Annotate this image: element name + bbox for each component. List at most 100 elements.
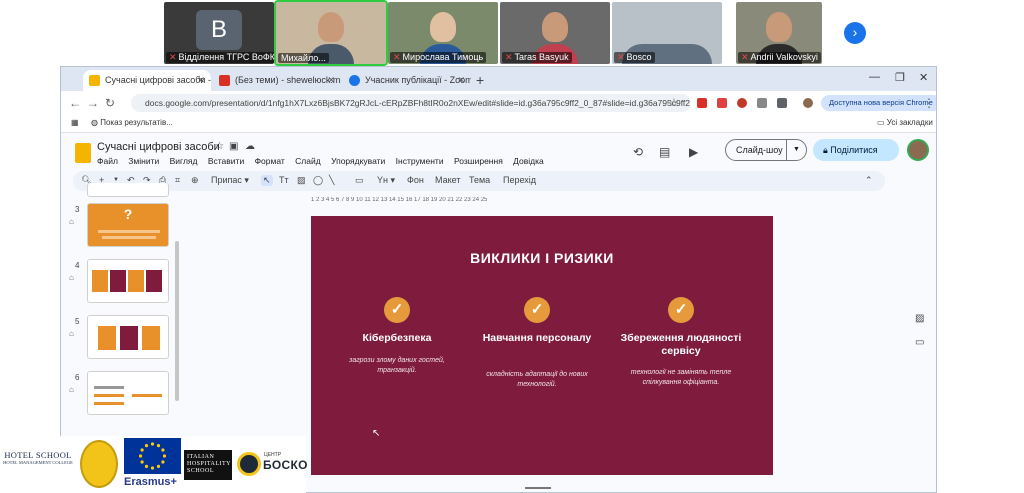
slide-number: 3 <box>75 205 80 214</box>
thumb-block <box>92 270 108 292</box>
slide-number: 6 <box>75 373 80 382</box>
extensions-puzzle-icon[interactable] <box>777 98 787 108</box>
chevron-up-icon[interactable]: ⌃ <box>865 175 873 186</box>
slide-thumbnail-4[interactable] <box>87 259 169 303</box>
close-tab-icon[interactable]: ✕ <box>197 70 205 91</box>
browser-menu-icon[interactable]: ⋮ <box>923 96 935 110</box>
participant-tile[interactable]: ✕ Мирослава Тимоць <box>388 2 498 64</box>
close-tab-icon[interactable]: ✕ <box>327 70 335 91</box>
attachment-icon: ⌂ <box>69 217 74 226</box>
comments-icon[interactable]: ▤ <box>659 145 670 159</box>
participant-tile[interactable]: B ✕ Відділення ТГРС ВоФК... <box>164 2 274 64</box>
paint-format-icon[interactable]: ⌗ <box>175 175 180 186</box>
share-button[interactable]: 🔒︎ Поділитися <box>813 139 899 161</box>
profile-avatar[interactable] <box>803 98 813 108</box>
move-folder-icon[interactable]: ▣ <box>229 141 238 152</box>
all-bookmarks-button[interactable]: ▭ Усі закладки <box>877 118 933 127</box>
menu-arrange[interactable]: Упорядкувати <box>331 156 385 166</box>
reload-icon[interactable]: ↻ <box>105 96 115 110</box>
participant-name: ✕ Bosco <box>614 52 655 63</box>
close-window-icon[interactable]: ✕ <box>919 71 928 84</box>
participant-tile[interactable]: ✕ Taras Basyuk <box>500 2 610 64</box>
menu-insert[interactable]: Вставити <box>208 156 244 166</box>
tab-gmail[interactable]: (Без теми) - shewelюck.mih@g ✕ <box>213 70 341 91</box>
bookmark-star-icon[interactable]: ☆ <box>669 96 679 109</box>
slideshow-button[interactable]: Слайд-шоу ▼ <box>725 139 807 161</box>
attachment-icon: ⌂ <box>69 273 74 282</box>
transition-button[interactable]: Перехід <box>503 175 536 185</box>
slides-logo-icon[interactable] <box>75 143 91 163</box>
participant-tile-active-speaker[interactable]: Михайло... <box>274 0 388 66</box>
cloud-saved-icon[interactable]: ☁ <box>245 141 255 152</box>
snap-dropdown[interactable]: Припас ▾ <box>211 175 249 186</box>
menu-slide[interactable]: Слайд <box>295 156 321 166</box>
layout-button[interactable]: Макет <box>435 175 460 185</box>
close-tab-icon[interactable]: ✕ <box>457 70 465 91</box>
tab-bar: Сучасні цифрові засоби - Goo ✕ (Без теми… <box>61 67 936 91</box>
menu-format[interactable]: Формат <box>255 156 285 166</box>
menu-file[interactable]: Файл <box>97 156 118 166</box>
slide-number: 4 <box>75 261 80 270</box>
slide-title[interactable]: ВИКЛИКИ І РИЗИКИ <box>311 250 773 266</box>
theme-button[interactable]: Тема <box>469 175 490 185</box>
restore-icon[interactable]: ❐ <box>895 71 905 84</box>
thumb-block <box>120 326 138 350</box>
slide-thumbnail-6[interactable] <box>87 371 169 415</box>
menu-extensions[interactable]: Розширення <box>454 156 503 166</box>
menu-tools[interactable]: Інструменти <box>396 156 444 166</box>
star-icon[interactable]: ☆ <box>215 141 224 152</box>
tab-zoom[interactable]: Учасник публікації - Zoom ✕ <box>343 70 471 91</box>
pdf-extension-icon[interactable] <box>697 98 707 108</box>
column-text[interactable]: загрози злому даних гостей, транзакцій. <box>332 356 462 376</box>
participant-video <box>430 12 456 42</box>
menu-view[interactable]: Вигляд <box>170 156 198 166</box>
bosko-emblem-icon <box>237 452 261 476</box>
zoom-icon[interactable]: ⊕ <box>191 175 199 186</box>
menu-edit[interactable]: Змінити <box>128 156 159 166</box>
slide-thumbnail-5[interactable] <box>87 315 169 359</box>
extension-icon[interactable] <box>757 98 767 108</box>
image-panel-icon[interactable]: ▨ <box>915 313 924 324</box>
new-tab-button[interactable]: + <box>476 70 484 91</box>
chrome-update-button[interactable]: Доступна нова версія Chrome <box>821 95 936 111</box>
comment-icon[interactable]: ▭ <box>355 175 364 186</box>
slide-thumbnail-2[interactable] <box>87 183 169 197</box>
apps-grid-icon[interactable]: ▦ <box>71 118 79 127</box>
back-icon[interactable]: ← <box>69 96 81 110</box>
line-icon[interactable]: ╲ <box>329 175 334 186</box>
filmstrip-scrollbar[interactable] <box>175 241 179 401</box>
chevron-down-icon[interactable]: ▼ <box>786 140 806 160</box>
column-heading[interactable]: Збереження людяності сервісу <box>616 332 746 358</box>
minimize-icon[interactable]: — <box>869 71 880 83</box>
tab-slides[interactable]: Сучасні цифрові засоби - Goo ✕ <box>83 70 211 91</box>
extension-icon[interactable] <box>717 98 727 108</box>
image-icon[interactable]: ▨ <box>297 175 306 186</box>
toolbar: 🔍︎ + ▼ ↶ ↷ ⎙ ⌗ ⊕ Припас ▾ ↖ Tт ▨ ◯ ╲ ▭ Y… <box>73 171 885 191</box>
sponsor-logos: HOTEL SCHOOL HOTEL MANAGEMENT COLLEGE Er… <box>0 436 307 493</box>
forward-icon[interactable]: → <box>87 96 99 110</box>
slide-thumbnail-3[interactable]: ? <box>87 203 169 247</box>
gmail-favicon-icon <box>219 75 230 86</box>
history-icon[interactable]: ⟲ <box>633 145 643 159</box>
text-box-icon[interactable]: Tт <box>279 175 289 185</box>
column-text[interactable]: складність адаптації до нових технологій… <box>472 370 602 390</box>
column-heading[interactable]: Кібербезпека <box>332 332 462 345</box>
video-call-icon[interactable]: ▶ <box>689 145 698 159</box>
user-avatar[interactable] <box>907 139 929 161</box>
shape-icon[interactable]: ◯ <box>313 175 323 186</box>
text-style-icon[interactable]: Yн ▾ <box>377 175 395 186</box>
column-heading[interactable]: Навчання персоналу <box>472 332 602 345</box>
bookmark-item[interactable]: ◍ Показ результатів... <box>91 118 173 127</box>
column-text[interactable]: технології не замінять тепле спілкування… <box>616 368 746 388</box>
speaker-notes-handle[interactable] <box>525 487 551 489</box>
url-field[interactable]: docs.google.com/presentation/d/1nfg1hX7L… <box>131 94 691 112</box>
background-button[interactable]: Фон <box>407 175 424 185</box>
document-title[interactable]: Сучасні цифрові засоби <box>97 141 220 153</box>
participant-tile[interactable]: ✕ Bosco <box>612 2 722 64</box>
next-participants-button[interactable]: › <box>844 22 866 44</box>
extension-icon[interactable] <box>737 98 747 108</box>
select-tool-icon[interactable]: ↖ <box>261 175 273 186</box>
folder-icon[interactable]: ▭ <box>915 337 924 348</box>
menu-help[interactable]: Довідка <box>513 156 544 166</box>
participant-tile[interactable]: ✕ Andrii Valkovskyi <box>736 2 822 64</box>
